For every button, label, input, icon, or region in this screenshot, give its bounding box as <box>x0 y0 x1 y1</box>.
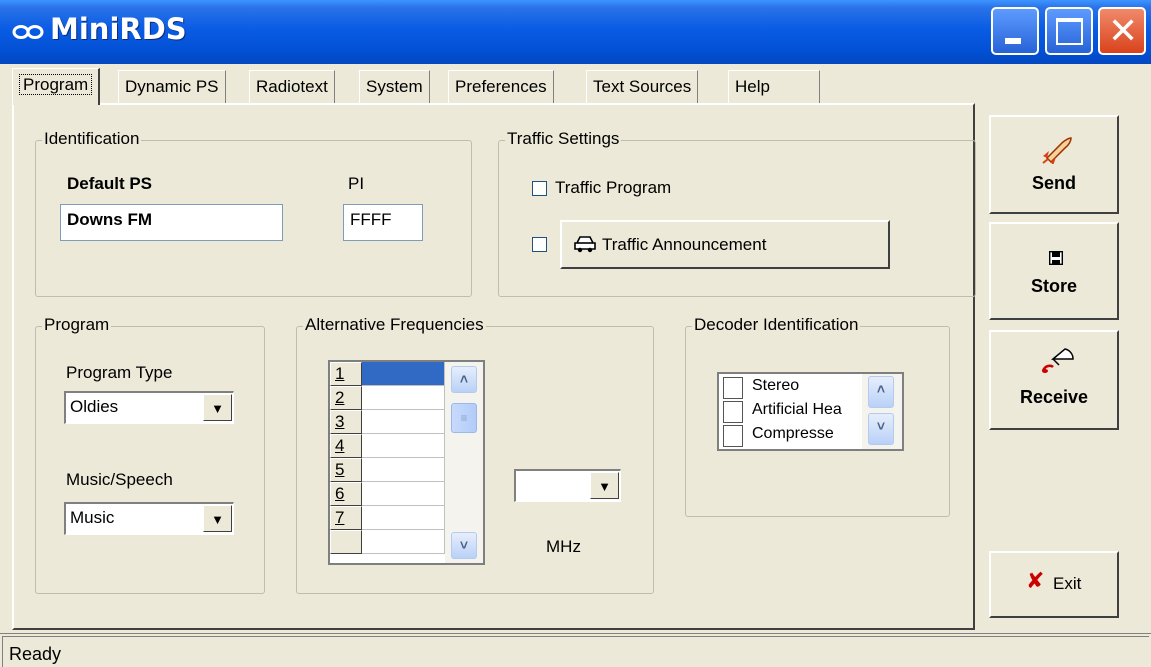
program-type-label: Program Type <box>66 363 173 382</box>
table-row[interactable]: 2 <box>330 386 445 410</box>
decoder-identification-list[interactable]: Stereo Artificial Hea Compresse ˄ ˅ <box>717 372 904 451</box>
floppy-disk-icon <box>1049 251 1063 265</box>
tab-help[interactable]: Help <box>728 70 820 103</box>
identification-legend: Identification <box>42 129 142 149</box>
tab-system[interactable]: System <box>359 70 430 103</box>
traffic-settings-group: Traffic Settings <box>498 129 976 297</box>
status-text: Ready <box>2 636 1149 667</box>
traffic-program-checkbox[interactable] <box>532 181 547 196</box>
satellite-dish-icon <box>1041 348 1074 373</box>
scroll-down-icon[interactable]: ˅ <box>868 413 894 445</box>
table-row[interactable]: 6 <box>330 482 445 506</box>
tab-program[interactable]: Program <box>12 68 101 105</box>
table-row[interactable]: 3 <box>330 410 445 434</box>
maximize-button[interactable] <box>1045 7 1093 55</box>
compressed-checkbox[interactable] <box>723 425 743 447</box>
receive-label: Receive <box>1019 387 1089 407</box>
window-title: MiniRDS <box>50 12 187 46</box>
close-icon: ✕ <box>1108 10 1139 51</box>
maximize-icon <box>1056 18 1083 45</box>
music-speech-label: Music/Speech <box>66 470 173 489</box>
default-ps-label: Default PS <box>67 174 153 193</box>
traffic-announcement-label: Traffic Announcement <box>602 235 767 254</box>
program-type-value: Oldies <box>70 397 119 416</box>
traffic-announcement-button[interactable]: Traffic Announcement <box>560 220 890 269</box>
table-row[interactable]: 5 <box>330 458 445 482</box>
chevron-down-icon[interactable]: ▼ <box>203 505 232 532</box>
default-ps-input[interactable]: Downs FM <box>60 204 283 241</box>
store-label: Store <box>1030 276 1077 296</box>
scroll-thumb[interactable]: ≡ <box>451 403 477 433</box>
program-legend: Program <box>42 315 112 335</box>
exit-label: Exit <box>1053 574 1082 593</box>
minimize-icon <box>1005 38 1021 44</box>
stereo-checkbox[interactable] <box>723 377 743 399</box>
pi-input[interactable]: FFFF <box>343 204 423 241</box>
pi-label: PI <box>348 174 365 193</box>
tab-preferences[interactable]: Preferences <box>448 70 554 103</box>
traffic-program-label: Traffic Program <box>555 178 672 197</box>
car-icon <box>574 236 596 253</box>
tab-radiotext[interactable]: Radiotext <box>249 70 335 103</box>
traffic-announcement-checkbox[interactable] <box>532 237 547 252</box>
decoder-scrollbar[interactable]: ˄ ˅ <box>862 374 902 449</box>
af-cell[interactable] <box>362 386 445 410</box>
alternative-frequencies-grid[interactable]: 1 2 3 4 5 6 7 ˄ ≡ ˅ <box>328 360 485 565</box>
minimize-button[interactable] <box>991 7 1039 55</box>
af-cell[interactable] <box>362 506 445 530</box>
tab-dynamic-ps[interactable]: Dynamic PS <box>118 70 226 103</box>
red-x-icon: ✘ <box>1026 568 1045 593</box>
scroll-down-icon[interactable]: ˅ <box>451 532 477 559</box>
artificial-head-label: Artificial Hea <box>752 401 842 418</box>
stereo-label: Stereo <box>752 377 800 394</box>
table-row[interactable]: 7 <box>330 506 445 530</box>
chevron-down-icon[interactable]: ▼ <box>590 472 619 499</box>
af-cell[interactable] <box>362 410 445 434</box>
af-cell[interactable] <box>362 482 445 506</box>
af-cell[interactable] <box>362 362 445 386</box>
chevron-down-icon[interactable]: ▼ <box>203 394 232 421</box>
artificial-head-checkbox[interactable] <box>723 401 743 423</box>
music-speech-value: Music <box>70 508 115 527</box>
af-scrollbar[interactable]: ˄ ≡ ˅ <box>445 362 483 563</box>
tab-text-sources[interactable]: Text Sources <box>586 70 699 103</box>
compressed-label: Compresse <box>752 425 834 442</box>
mhz-label: MHz <box>546 537 581 556</box>
scroll-up-icon[interactable]: ˄ <box>451 366 477 393</box>
af-cell[interactable] <box>362 434 445 458</box>
exit-button[interactable]: ✘ Exit <box>989 551 1119 618</box>
program-type-select[interactable]: Oldies ▼ <box>64 391 234 424</box>
decoder-identification-legend: Decoder Identification <box>692 315 861 335</box>
minirds-window: MiniRDS ✕ Program Dynamic PS Radiotext S… <box>0 0 1151 667</box>
send-button[interactable]: Send <box>989 115 1119 214</box>
infinity-logo-icon <box>12 25 44 39</box>
table-row[interactable]: 1 <box>330 362 445 386</box>
af-cell[interactable] <box>362 458 445 482</box>
send-label: Send <box>1031 173 1076 193</box>
scroll-up-icon[interactable]: ˄ <box>868 376 894 408</box>
table-row[interactable] <box>330 530 445 554</box>
table-row[interactable]: 4 <box>330 434 445 458</box>
store-button[interactable]: Store <box>989 222 1119 320</box>
alternative-frequencies-legend: Alternative Frequencies <box>303 315 486 335</box>
music-speech-select[interactable]: Music ▼ <box>64 502 234 535</box>
status-bar: Ready <box>0 633 1151 667</box>
frequency-select[interactable]: ▼ <box>514 469 621 502</box>
receive-button[interactable]: Receive <box>989 330 1119 430</box>
traffic-settings-legend: Traffic Settings <box>505 129 622 149</box>
close-button[interactable]: ✕ <box>1098 7 1146 55</box>
title-bar[interactable]: MiniRDS ✕ <box>0 0 1151 64</box>
rocket-icon <box>1042 137 1072 164</box>
